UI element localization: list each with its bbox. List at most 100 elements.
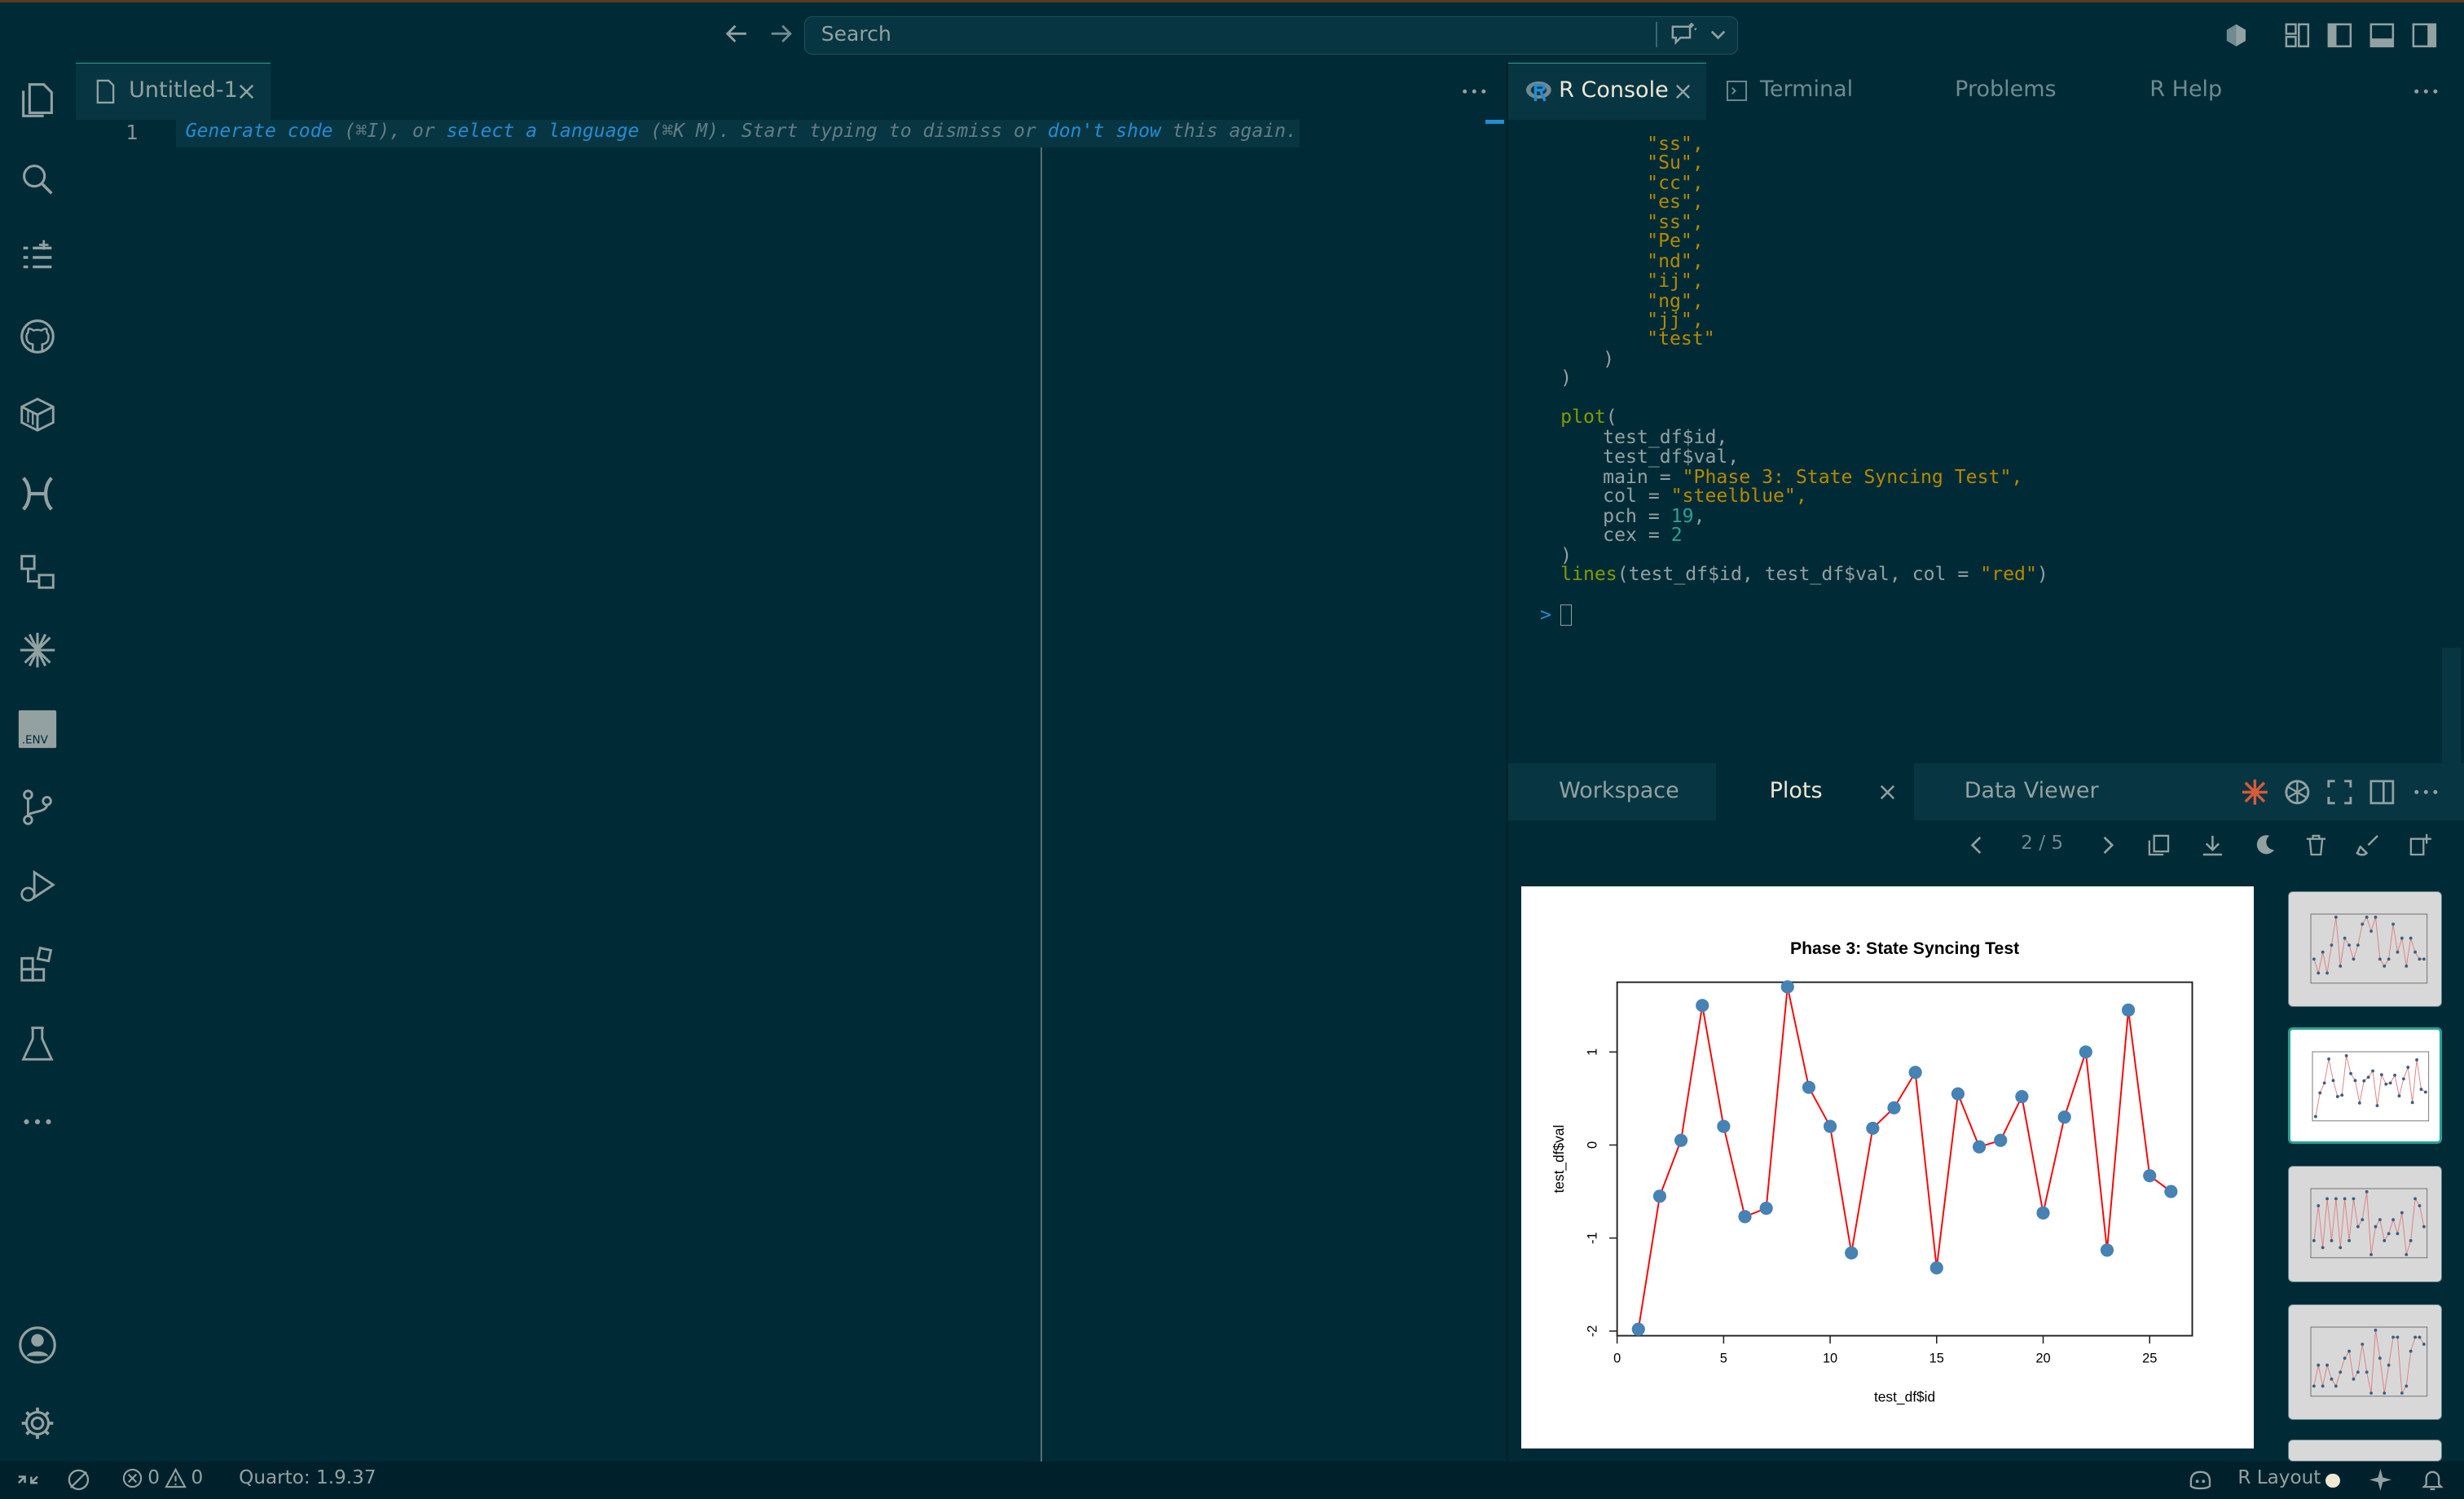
github-icon[interactable] — [15, 314, 59, 358]
customize-layout-icon[interactable] — [2283, 21, 2312, 50]
editor-ruler — [1040, 147, 1042, 1462]
tab-terminal[interactable]: Terminal — [1706, 63, 1901, 119]
extension-status-icon[interactable] — [66, 1467, 91, 1492]
clear-brush-icon[interactable] — [2356, 833, 2381, 858]
copilot-status-icon[interactable] — [2222, 21, 2251, 50]
toggle-panel-icon[interactable] — [2368, 21, 2396, 50]
sparkle-icon[interactable] — [2368, 1467, 2393, 1492]
copilot-icon[interactable] — [2188, 1467, 2213, 1492]
tab-plots[interactable]: Plots — [1716, 763, 1915, 820]
copy-icon[interactable] — [2146, 833, 2171, 858]
problems-indicator[interactable]: 0 0 — [122, 1467, 203, 1488]
data-point — [1652, 1189, 1666, 1203]
connections-icon[interactable] — [15, 550, 59, 594]
thumbnail-point — [2422, 956, 2426, 961]
title-bar: Search — [0, 0, 2464, 64]
plot-thumbnail-3[interactable] — [2288, 1166, 2443, 1282]
command-search-box[interactable]: Search — [804, 16, 1739, 55]
thumbnail-point — [2388, 1081, 2392, 1085]
chevron-right-icon[interactable] — [2095, 833, 2120, 858]
thumbnail-point — [2322, 1081, 2326, 1085]
search-icon[interactable] — [15, 157, 59, 201]
chat-icon[interactable] — [1670, 22, 1698, 47]
editor-scrollbar[interactable] — [1485, 119, 1504, 125]
claude-spark-icon[interactable] — [2241, 778, 2269, 807]
code-text: cex = — [1603, 525, 1671, 547]
dont-show-link[interactable]: don't show — [1048, 121, 1161, 142]
env-file-icon[interactable]: .ENV — [15, 707, 59, 751]
r-console-output[interactable]: "ss", "Su", "cc", "es", "ss", "Pe", "nd"… — [1508, 119, 2464, 764]
maximize-icon[interactable] — [2325, 778, 2354, 807]
tab-data-viewer[interactable]: Data Viewer — [1914, 763, 2134, 820]
plot-thumbnail-2[interactable] — [2288, 1027, 2443, 1144]
tab-untitled-1[interactable]: Untitled-1 — [75, 63, 271, 120]
close-icon[interactable] — [1877, 781, 1899, 803]
x-tick-label: 15 — [1929, 1351, 1944, 1365]
package-box-icon[interactable] — [15, 393, 59, 437]
thumbnail-point — [2400, 1391, 2404, 1395]
toggle-secondary-sidebar-icon[interactable] — [2410, 21, 2439, 50]
thumbnail-point — [2344, 1054, 2348, 1058]
chevron-down-icon[interactable] — [1709, 25, 1727, 44]
select-language-link[interactable]: select a language — [447, 121, 640, 142]
bell-icon[interactable] — [2420, 1467, 2445, 1492]
toggle-primary-sidebar-icon[interactable] — [2325, 21, 2354, 50]
remote-icon[interactable] — [15, 1467, 41, 1492]
series-line — [1637, 986, 2171, 1330]
activity-bar: .ENV — [0, 63, 76, 1462]
close-icon[interactable] — [235, 81, 257, 103]
outline-list-icon[interactable] — [15, 235, 59, 279]
console-scrollbar[interactable] — [2442, 647, 2462, 764]
x-tick-label: 5 — [1720, 1351, 1727, 1365]
thumbnail-point — [2422, 1224, 2426, 1229]
more-ellipsis-icon[interactable] — [15, 1100, 59, 1144]
tab-r-help[interactable]: R Help — [2097, 63, 2291, 119]
console-line: test_df$id, — [1603, 427, 1728, 449]
run-debug-icon[interactable] — [15, 864, 59, 908]
plot-thumbnail-5[interactable] — [2288, 1439, 2443, 1462]
account-icon[interactable] — [15, 1323, 59, 1367]
more-actions-icon[interactable] — [1459, 76, 1490, 108]
testing-flask-icon[interactable] — [15, 1022, 59, 1066]
trash-icon[interactable] — [2303, 833, 2329, 858]
settings-gear-icon[interactable] — [15, 1401, 59, 1445]
chevron-left-icon[interactable] — [1965, 833, 1990, 858]
source-control-icon[interactable] — [15, 785, 59, 829]
thumbnail-point — [2317, 971, 2321, 974]
thumbnail-point — [2312, 1384, 2316, 1388]
new-window-icon[interactable] — [2408, 833, 2433, 858]
remote-x-icon[interactable] — [15, 472, 59, 516]
code-text: ) — [2036, 564, 2048, 586]
console-line: "jj", — [1647, 309, 1704, 331]
data-point — [2036, 1206, 2050, 1220]
plot-canvas[interactable]: Phase 3: State Syncing Test test_df$id tes… — [1520, 886, 2254, 1449]
dark-mode-moon-icon[interactable] — [2252, 833, 2277, 858]
extensions-icon[interactable] — [15, 943, 59, 987]
quarto-version[interactable]: Quarto: 1.9.37 — [239, 1467, 376, 1488]
tab-problems[interactable]: Problems — [1902, 63, 2097, 119]
plot-thumbnail-4[interactable] — [2288, 1303, 2443, 1421]
editor-text-area[interactable]: 1 Generate code (⌘I), or select a langua… — [75, 119, 1506, 1462]
generate-code-link[interactable]: Generate code — [186, 121, 333, 142]
console-line: "cc", — [1647, 173, 1704, 195]
r-layout-label[interactable]: R Layout — [2237, 1467, 2321, 1488]
console-cursor[interactable] — [1560, 604, 1572, 626]
y-tick-label: 1 — [1585, 1048, 1599, 1055]
code-function: plot — [1560, 407, 1606, 429]
claude-spark-icon[interactable] — [15, 628, 59, 672]
download-icon[interactable] — [2200, 833, 2225, 858]
more-actions-icon[interactable] — [2410, 776, 2442, 808]
arrow-right-icon[interactable] — [767, 20, 795, 48]
arrow-left-icon[interactable] — [723, 20, 751, 48]
tab-workspace[interactable]: Workspace — [1508, 763, 1716, 820]
plot-thumbnail-1[interactable] — [2288, 890, 2443, 1008]
code-text: ( — [1605, 407, 1617, 429]
more-actions-icon[interactable] — [2410, 76, 2442, 108]
split-panel-icon[interactable] — [2368, 778, 2396, 807]
close-icon[interactable] — [1672, 81, 1694, 103]
explorer-files-icon[interactable] — [15, 78, 59, 122]
tab-r-console[interactable]: R Console — [1508, 63, 1707, 120]
data-point — [1951, 1087, 1965, 1101]
thumbnail-point — [2391, 922, 2396, 925]
openai-icon[interactable] — [2283, 778, 2312, 807]
